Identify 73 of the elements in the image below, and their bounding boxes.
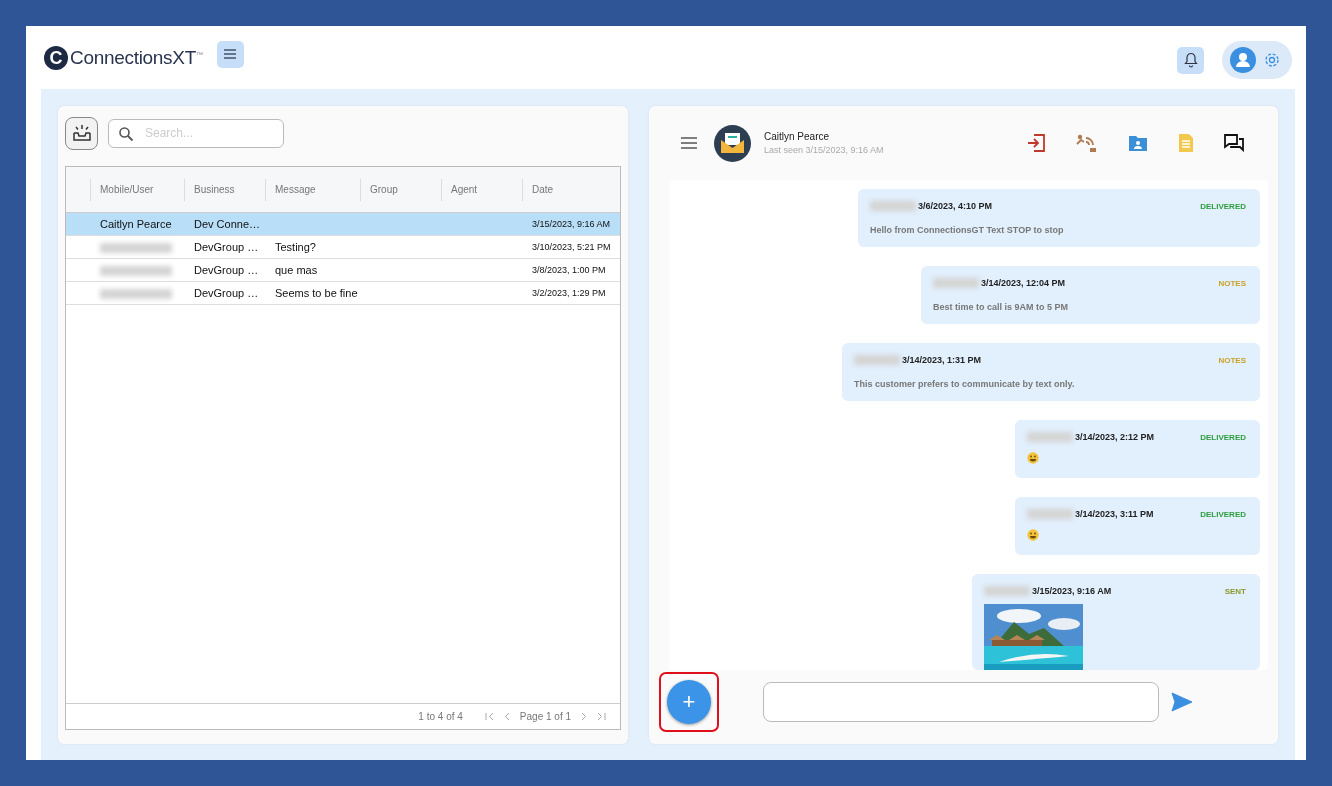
inbox-icon [71,124,92,142]
message-input[interactable] [763,682,1159,722]
contact-name: Caitlyn Pearce [764,131,831,142]
table-cell: Caitlyn Pearce [100,218,172,230]
redacted-text [933,278,979,288]
message-time: 3/15/2023, 9:16 AM [1032,586,1112,596]
message-status: SENT [1224,586,1246,596]
table-cell: Seems to be fine [275,287,358,299]
contact-folder-icon[interactable] [1128,134,1148,152]
inbox-button[interactable] [65,116,98,150]
last-page-icon[interactable] [597,712,606,721]
bell-icon [1183,52,1198,68]
column-header[interactable]: Group [360,178,441,201]
table-cell: DevGroup … [194,241,259,253]
first-page-icon[interactable] [484,712,494,721]
add-button[interactable]: + [667,680,711,724]
message-status: NOTES [1218,355,1246,365]
table-cell: 3/15/2023, 9:16 AM [532,219,611,229]
column-header[interactable]: Message [265,178,360,201]
envelope-avatar-icon [714,124,751,162]
table-cell: 3/10/2023, 5:21 PM [532,242,611,252]
menu-button[interactable] [216,40,244,68]
table-cell: DevGroup … [194,287,259,299]
message-text: Best time to call is 9AM to 5 PM [933,302,1069,312]
table-cell: que mas [275,264,318,276]
table-row[interactable]: DevGroup … que mas 3/8/2023, 1:00 PM [66,259,620,282]
redacted-text [984,586,1030,596]
column-header[interactable]: Date [522,178,620,201]
table-row[interactable]: DevGroup … Testing? 3/10/2023, 5:21 PM [66,236,620,259]
page-indicator: Page 1 of 1 [519,711,571,722]
message-time: 3/14/2023, 2:12 PM [1075,432,1155,442]
table-cell: 3/8/2023, 1:00 PM [532,265,606,275]
logo-text: ConnectionsXT$^{™}$ [70,47,203,69]
transfer-icon[interactable] [1076,133,1098,153]
message-time: 3/6/2023, 4:10 PM [918,201,993,211]
next-page-icon[interactable] [581,712,587,721]
message-status: DELIVERED [1200,509,1246,519]
table-cell: Testing? [275,241,316,253]
message-status: DELIVERED [1200,201,1246,211]
logo-mark: C [44,46,68,70]
last-seen: Last seen 3/15/2023, 9:16 AM [764,145,884,155]
message-time: 3/14/2023, 12:04 PM [981,278,1066,288]
redacted-text [854,355,900,365]
column-header[interactable]: Agent [441,178,522,201]
previous-page-icon[interactable] [503,712,510,721]
redacted-text [1027,509,1073,519]
column-header[interactable]: Business [184,178,265,201]
user-avatar-icon [1230,47,1256,73]
menu-icon [223,48,238,60]
table-row[interactable]: Caitlyn Pearce Dev Conne… 3/15/2023, 9:16 AM [66,213,620,236]
message-status: NOTES [1218,278,1246,288]
redacted-text [1027,432,1073,442]
table-cell: Dev Conne… [194,218,261,230]
message-time: 3/14/2023, 1:31 PM [902,355,982,365]
column-header[interactable]: Mobile/User [90,178,184,201]
table-cell: 3/2/2023, 1:29 PM [532,288,606,298]
smiley-icon [1027,452,1039,464]
user-menu[interactable] [1222,41,1292,79]
message-status: DELIVERED [1200,432,1246,442]
message-text: Hello from ConnectionsGT Text STOP to stop [870,225,1064,235]
send-icon[interactable] [1171,692,1193,712]
message-time: 3/14/2023, 3:11 PM [1075,509,1154,519]
chat-icon[interactable] [1224,134,1244,152]
smiley-icon [1027,529,1039,541]
redacted-text [870,201,916,211]
notification-button[interactable] [1177,46,1204,74]
menu-icon[interactable] [680,136,698,150]
settings-icon[interactable] [1264,52,1280,68]
table-cell: DevGroup … [194,264,259,276]
row-count: 1 to 4 of 4 [418,711,463,722]
message-text: This customer prefers to communicate by text only. [854,379,1075,389]
login-icon[interactable] [1026,133,1046,153]
table-row[interactable]: DevGroup … Seems to be fine 3/2/2023, 1:29 PM [66,282,620,305]
